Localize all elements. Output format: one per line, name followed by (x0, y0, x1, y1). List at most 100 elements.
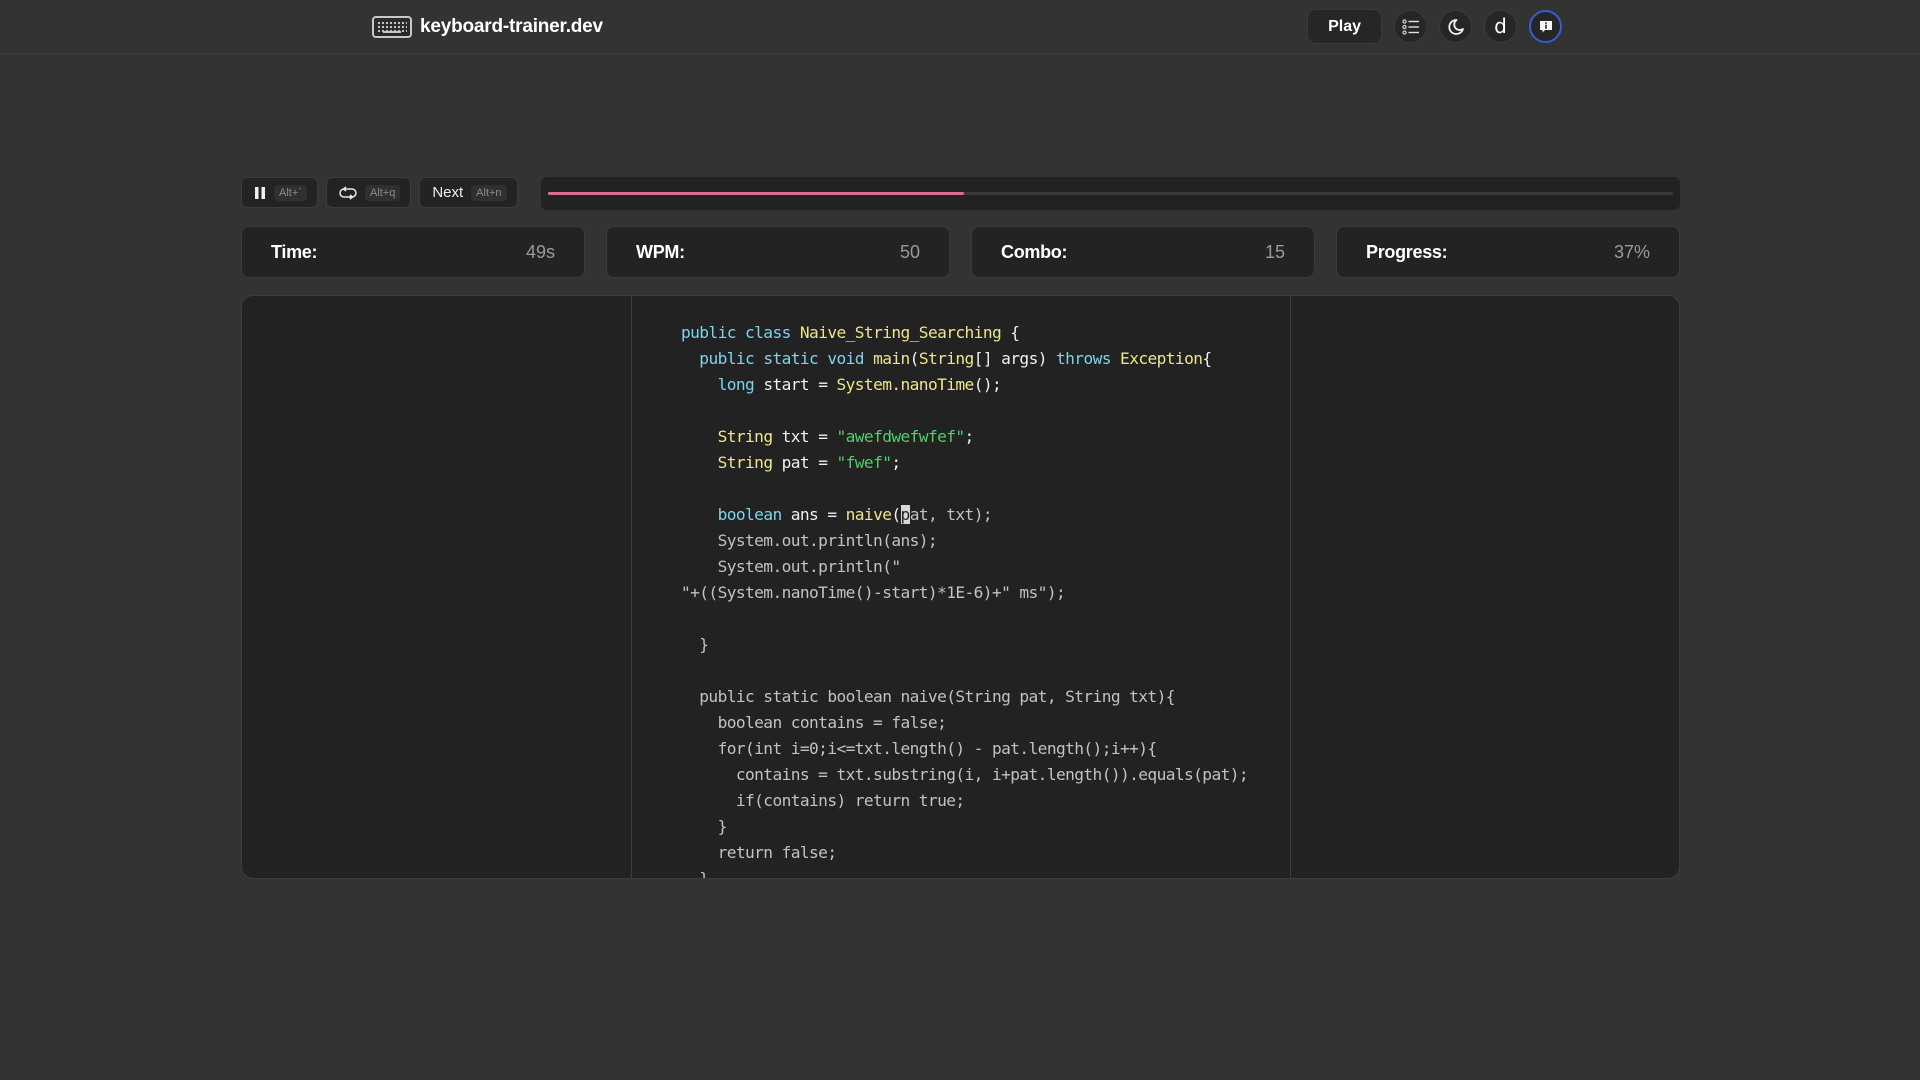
text-caret: p (900, 505, 910, 524)
stat-value: 15 (1264, 241, 1285, 262)
restart-button[interactable]: Alt+q (325, 177, 412, 208)
code-token: Exception (1120, 349, 1203, 368)
code-token: start = (763, 375, 837, 394)
list-button[interactable] (1394, 10, 1427, 43)
header-nav: Play d (1307, 9, 1562, 44)
code-token: System.out.println(ans); (681, 531, 938, 550)
code-line: long start = System.nanoTime(); (681, 372, 1248, 398)
code-line: } (681, 866, 1248, 879)
code-line: System.out.println(ans); (681, 528, 1248, 554)
stat-wpm: WPM: 50 (606, 226, 950, 278)
top-header: keyboard-trainer.dev Play d (0, 0, 1920, 54)
user-avatar-button[interactable]: d (1484, 10, 1517, 43)
code-line: } (681, 814, 1248, 840)
restart-shortcut: Alt+q (364, 184, 401, 201)
code-token: } (681, 817, 728, 836)
code-token: long (717, 375, 764, 394)
stat-label: Combo: (1001, 241, 1068, 262)
code-line: if(contains) return true; (681, 788, 1248, 814)
code-token: public static void (699, 349, 874, 368)
pause-icon (255, 186, 265, 199)
stat-value: 50 (899, 241, 920, 262)
stat-progress: Progress: 37% (1336, 226, 1680, 278)
list-icon (1401, 18, 1419, 35)
code-token: "awefdwefwfef" (836, 427, 966, 446)
code-token: } (681, 635, 709, 654)
progress-fill (548, 192, 965, 195)
next-button[interactable]: Next Alt+n (419, 177, 518, 208)
code-line: return false; (681, 840, 1248, 866)
stats-row: Time: 49s WPM: 50 Combo: 15 Progress: 37… (241, 226, 1680, 278)
code-token: String (717, 427, 782, 446)
code-token: "+((System.nanoTime()-start)*1E-6)+" ms"… (681, 583, 1066, 602)
code-token: ; (891, 453, 901, 472)
next-label: Next (432, 184, 464, 201)
info-button[interactable] (1529, 10, 1562, 43)
code-token: public class (681, 323, 800, 342)
code-token: return false; (681, 843, 838, 862)
left-divider (631, 296, 632, 878)
pause-button[interactable]: Alt+` (241, 177, 318, 208)
code-token: { (1202, 349, 1212, 368)
moon-icon (1447, 18, 1464, 35)
code-token: at, txt); (909, 505, 993, 524)
code-token: { (1001, 323, 1020, 342)
code-line: String txt = "awefdwefwfef"; (681, 424, 1248, 450)
code-line: boolean contains = false; (681, 710, 1248, 736)
brand-link[interactable]: keyboard-trainer.dev (372, 14, 603, 40)
code-token: contains = txt.substring(i, i+pat.length… (681, 765, 1249, 784)
code-token: ; (964, 427, 975, 446)
progress-bar (541, 177, 1680, 210)
code-token: (); (973, 375, 1002, 394)
code-token: boolean contains = false; (681, 713, 947, 732)
code-token: System.nanoTime (836, 375, 975, 394)
play-button[interactable]: Play (1307, 9, 1382, 44)
code-token: naive (845, 505, 892, 524)
progress-track (548, 192, 1673, 195)
typing-area[interactable]: public class Naive_String_Searching { pu… (241, 295, 1680, 879)
stat-label: Time: (271, 241, 318, 262)
code-token: } (681, 869, 709, 879)
code-line: boolean ans = naive(pat, txt); (681, 502, 1248, 528)
code-line: String pat = "fwef"; (681, 450, 1248, 476)
stat-label: Progress: (1366, 241, 1448, 262)
code-token: String (717, 453, 782, 472)
code-token: throws (1056, 349, 1121, 368)
code-token: String (918, 349, 974, 368)
code-line: public static void main(String[] args) t… (681, 346, 1248, 372)
code-token: "fwef" (836, 453, 892, 472)
next-shortcut: Alt+n (471, 184, 507, 201)
stat-value: 37% (1613, 241, 1650, 262)
code-token: for(int i=0;i<=txt.length() - pat.length… (681, 739, 1158, 758)
code-token: [] args) (973, 349, 1057, 368)
keyboard-icon (372, 16, 412, 38)
code-token: public static boolean naive(String pat, … (681, 687, 1175, 706)
code-text: public class Naive_String_Searching { pu… (681, 320, 1249, 879)
info-message-icon (1539, 20, 1552, 32)
theme-toggle-button[interactable] (1439, 10, 1472, 43)
code-token: Naive_String_Searching (799, 323, 1002, 342)
code-line: contains = txt.substring(i, i+pat.length… (681, 762, 1249, 788)
stat-combo: Combo: 15 (971, 226, 1315, 278)
code-line: System.out.println(" (681, 554, 1248, 580)
code-line: "+((System.nanoTime()-start)*1E-6)+" ms"… (681, 580, 1248, 606)
stat-value: 49s (525, 241, 555, 262)
site-name: keyboard-trainer.dev (420, 16, 603, 37)
code-token: if(contains) return true; (681, 791, 965, 810)
code-token: txt = (781, 427, 837, 446)
stat-label: WPM: (636, 241, 685, 262)
code-token: main (873, 349, 910, 368)
repeat-icon (339, 185, 357, 200)
right-divider (1290, 296, 1291, 878)
code-line: public static boolean naive(String pat, … (681, 684, 1248, 710)
code-token: System.out.println(" (681, 557, 902, 576)
code-line: for(int i=0;i<=txt.length() - pat.length… (681, 736, 1248, 762)
